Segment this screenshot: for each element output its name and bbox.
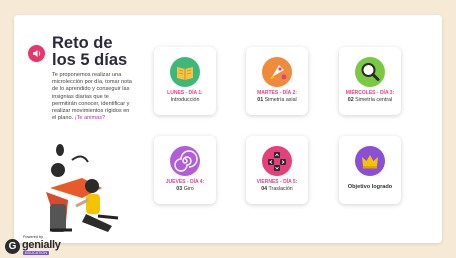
- card-topic-number: 01: [257, 97, 264, 103]
- card-topic-label: Simetría central: [355, 97, 393, 103]
- card-goal[interactable]: Objetivo logrado: [339, 136, 401, 204]
- page-title: Reto de los 5 días: [52, 34, 128, 69]
- card-topic: Introducción: [154, 97, 216, 103]
- card-day-label: MIÉRCOLES - DÍA 3:: [345, 90, 395, 96]
- rocket-icon: [262, 57, 292, 87]
- card-day-4[interactable]: JUEVES - DÍA 4: 03 Giro: [154, 136, 216, 204]
- goal-label: Objetivo logrado: [347, 184, 393, 190]
- card-topic: 02 Simetría central: [339, 97, 401, 103]
- speaker-icon: [33, 50, 41, 57]
- card-day-2[interactable]: MARTES - DÍA 2: 01 Simetría axial: [246, 47, 308, 115]
- kids-illustration: [46, 144, 119, 232]
- card-topic-label: Introducción: [170, 97, 200, 103]
- edition-badge: EDUCATION: [23, 251, 50, 255]
- card-day-label: LUNES - DÍA 1:: [167, 90, 203, 96]
- magnifier-icon: [355, 57, 385, 87]
- intro-description: Te proponemos realizar una microlección …: [52, 72, 134, 122]
- genially-logo[interactable]: G Powered by genially EDUCATION: [5, 234, 75, 256]
- description-text: Te proponemos realizar una microlección …: [52, 72, 132, 122]
- card-topic-number: 02: [347, 97, 354, 103]
- crown-icon: [355, 146, 385, 176]
- card-topic: 04 Traslación: [246, 186, 308, 192]
- card-topic-number: 04: [261, 186, 268, 192]
- card-topic-number: 03: [176, 186, 183, 192]
- spiral-icon: [170, 146, 200, 176]
- challenge-link[interactable]: ¡Te animas?: [75, 115, 105, 121]
- card-day-5[interactable]: VIERNES - DÍA 5: 04 Traslación: [246, 136, 308, 204]
- genially-g-icon: G: [5, 239, 20, 254]
- card-topic-label: Giro: [183, 186, 194, 192]
- brand-name: genially: [22, 239, 61, 251]
- card-day-label: MARTES - DÍA 2:: [257, 90, 297, 96]
- card-topic: 01 Simetría axial: [246, 97, 308, 103]
- book-icon: [170, 57, 200, 87]
- card-topic-label: Simetría axial: [264, 97, 297, 103]
- card-day-label: VIERNES - DÍA 5:: [256, 179, 298, 185]
- arrow-keys-icon: [262, 146, 292, 176]
- card-day-3[interactable]: MIÉRCOLES - DÍA 3: 02 Simetría central: [339, 47, 401, 115]
- card-day-1[interactable]: LUNES - DÍA 1: Introducción: [154, 47, 216, 115]
- card-topic-label: Traslación: [268, 186, 293, 192]
- audio-button[interactable]: [28, 45, 45, 62]
- card-day-label: JUEVES - DÍA 4:: [165, 179, 205, 185]
- card-topic: 03 Giro: [154, 186, 216, 192]
